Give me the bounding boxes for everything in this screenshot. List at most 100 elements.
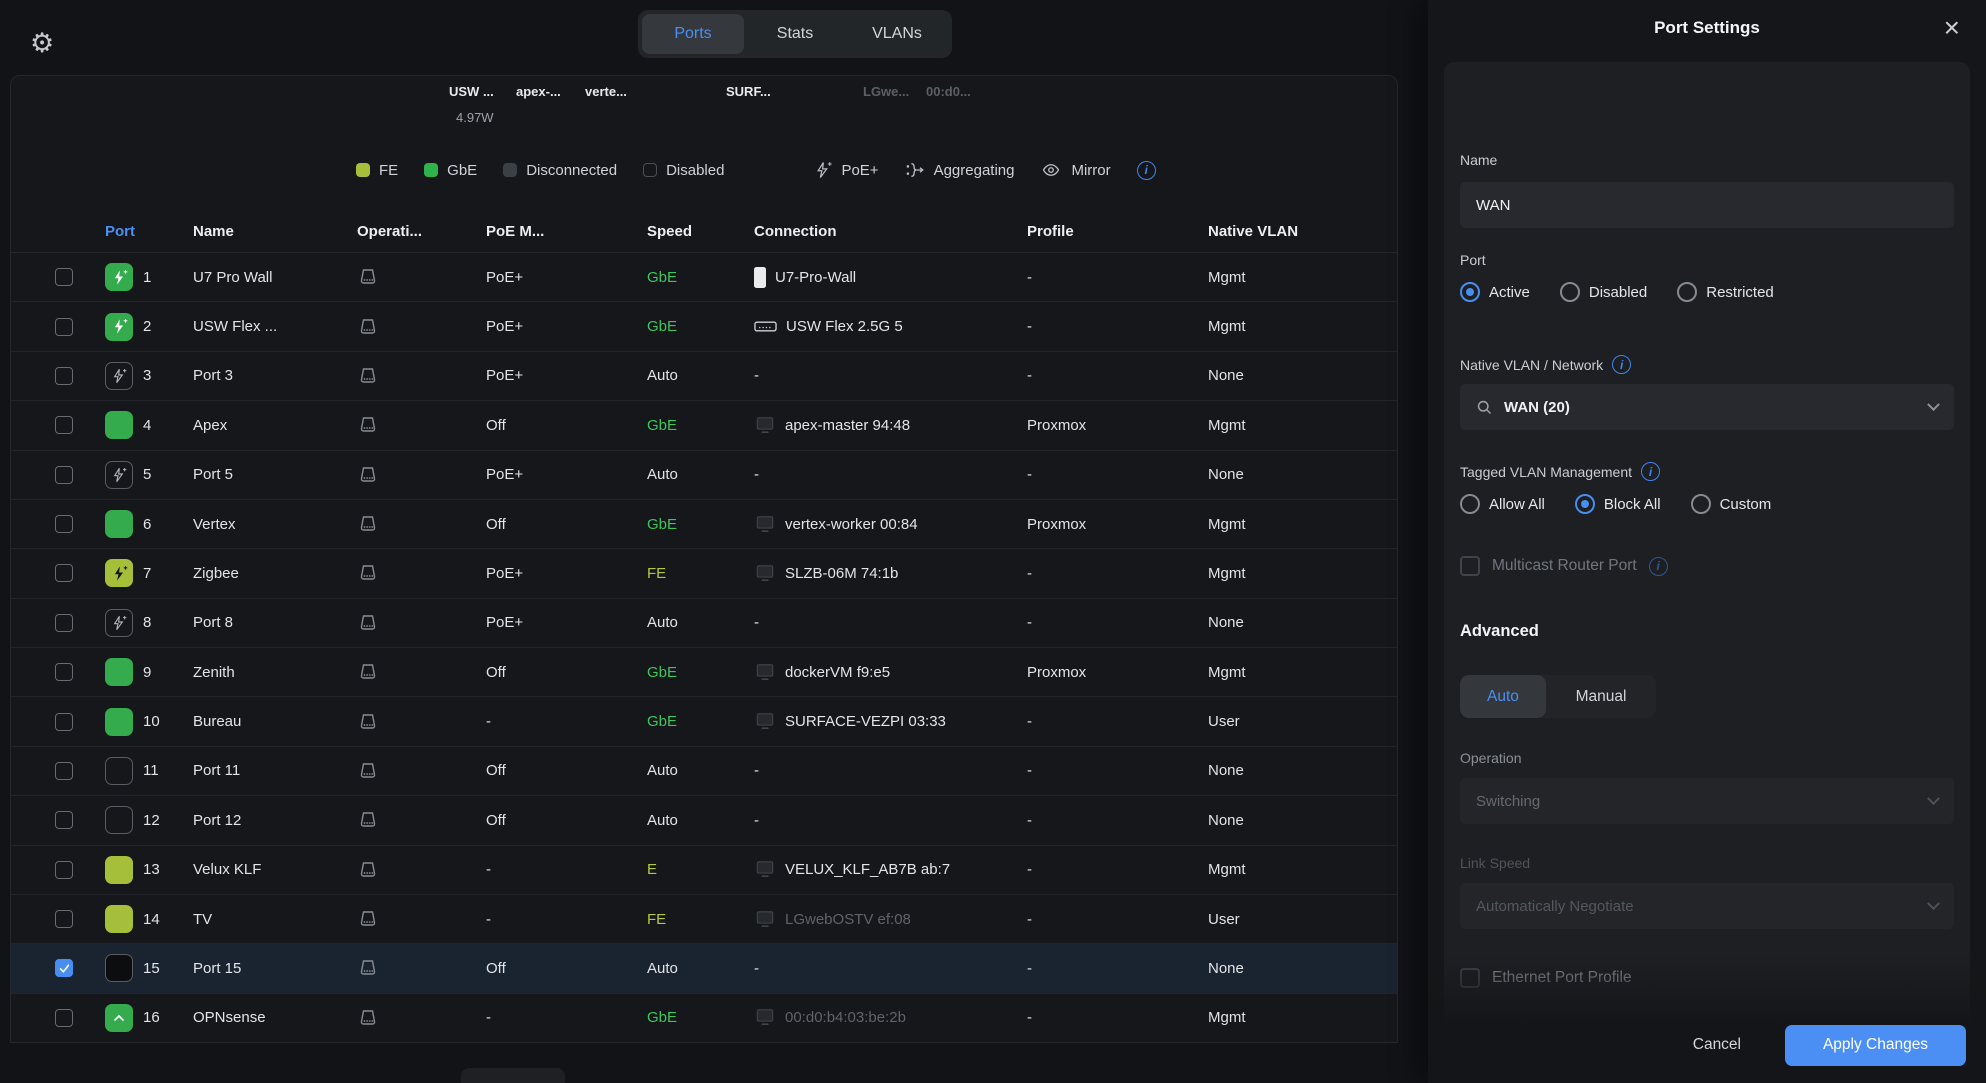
switch-icon xyxy=(357,466,379,484)
table-row-port-14[interactable]: 14TV-FELGwebOSTV ef:08-User xyxy=(11,895,1397,944)
aggregating-icon xyxy=(905,160,925,180)
column-header-port[interactable]: Port xyxy=(105,223,193,240)
port-speed: FE xyxy=(647,565,754,582)
port-profile: - xyxy=(1027,960,1208,977)
radio-allow-all[interactable]: Allow All xyxy=(1460,494,1545,514)
connection-name: - xyxy=(754,367,759,384)
row-checkbox[interactable] xyxy=(55,614,73,632)
table-row-port-5[interactable]: 5Port 5PoE+Auto--None xyxy=(11,451,1397,500)
row-checkbox[interactable] xyxy=(55,910,73,928)
native-vlan-select[interactable]: WAN (20) xyxy=(1460,384,1954,430)
tab-stats[interactable]: Stats xyxy=(744,14,846,54)
port-number: 14 xyxy=(143,911,193,928)
port-profile: - xyxy=(1027,1009,1208,1026)
row-checkbox[interactable] xyxy=(55,1009,73,1027)
client-device-icon xyxy=(754,515,776,534)
row-checkbox[interactable] xyxy=(55,959,73,977)
row-checkbox[interactable] xyxy=(55,762,73,780)
toggle-auto[interactable]: Auto xyxy=(1460,675,1546,718)
radio-block-all[interactable]: Block All xyxy=(1575,494,1661,514)
poe-mode: PoE+ xyxy=(486,614,647,631)
table-row-port-4[interactable]: 4ApexOffGbEapex-master 94:48ProxmoxMgmt xyxy=(11,401,1397,450)
row-checkbox[interactable] xyxy=(55,861,73,879)
radio-restricted[interactable]: Restricted xyxy=(1677,282,1774,302)
switch-icon xyxy=(357,762,379,780)
table-row-port-9[interactable]: 9ZenithOffGbEdockerVM f9:e5ProxmoxMgmt xyxy=(11,648,1397,697)
operation-select[interactable]: Switching xyxy=(1460,778,1954,824)
poe-mode: PoE+ xyxy=(486,565,647,582)
native-vlan: Mgmt xyxy=(1208,565,1397,582)
radio-custom[interactable]: Custom xyxy=(1691,494,1772,514)
column-header-profile[interactable]: Profile xyxy=(1027,223,1208,240)
table-row-port-8[interactable]: 8Port 8PoE+Auto--None xyxy=(11,599,1397,648)
table-row-port-10[interactable]: 10Bureau-GbESURFACE-VEZPI 03:33-User xyxy=(11,697,1397,746)
row-checkbox[interactable] xyxy=(55,663,73,681)
toggle-manual[interactable]: Manual xyxy=(1546,675,1656,718)
column-header-operati[interactable]: Operati... xyxy=(357,223,486,240)
tagged-vlan-info-icon[interactable]: i xyxy=(1641,462,1660,481)
table-row-port-2[interactable]: 2USW Flex ...PoE+GbEUSW Flex 2.5G 5-Mgmt xyxy=(11,302,1397,351)
native-vlan-info-icon[interactable]: i xyxy=(1612,355,1631,374)
ethernet-port-profile-checkbox[interactable]: Ethernet Port Profile xyxy=(1460,968,1632,988)
port-status-icon-outline xyxy=(105,806,133,834)
multicast-info-icon[interactable]: i xyxy=(1649,557,1668,576)
table-row-port-11[interactable]: 11Port 11OffAuto--None xyxy=(11,747,1397,796)
port-number: 13 xyxy=(143,861,193,878)
poe-mode: Off xyxy=(486,812,647,829)
table-row-port-1[interactable]: 1U7 Pro WallPoE+GbEU7-Pro-Wall-Mgmt xyxy=(11,253,1397,302)
tab-vlans[interactable]: VLANs xyxy=(846,14,948,54)
device-label: SURF... xyxy=(726,84,771,99)
port-status-icon-poe-outline xyxy=(105,362,133,390)
row-checkbox[interactable] xyxy=(55,466,73,484)
settings-gear-icon[interactable]: ⚙ xyxy=(30,28,54,59)
switch-icon xyxy=(357,268,379,286)
row-checkbox[interactable] xyxy=(55,564,73,582)
gbe-swatch xyxy=(424,163,438,177)
table-row-port-3[interactable]: 3Port 3PoE+Auto--None xyxy=(11,352,1397,401)
table-row-port-16[interactable]: 16OPNsense-GbE00:d0:b4:03:be:2b-Mgmt xyxy=(11,994,1397,1043)
link-speed-select[interactable]: Automatically Negotiate xyxy=(1460,883,1954,929)
column-header-speed[interactable]: Speed xyxy=(647,223,754,240)
switch-icon xyxy=(357,713,379,731)
cancel-button[interactable]: Cancel xyxy=(1693,1036,1741,1054)
row-checkbox[interactable] xyxy=(55,811,73,829)
legend-info-icon[interactable]: i xyxy=(1137,161,1156,180)
row-checkbox[interactable] xyxy=(55,268,73,286)
name-input[interactable]: WAN xyxy=(1460,182,1954,228)
poe-mode: PoE+ xyxy=(486,367,647,384)
table-row-port-7[interactable]: 7ZigbeePoE+FESLZB-06M 74:1b-Mgmt xyxy=(11,549,1397,598)
native-vlan: None xyxy=(1208,960,1397,977)
tab-ports[interactable]: Ports xyxy=(642,14,744,54)
row-checkbox[interactable] xyxy=(55,367,73,385)
poe-mode: PoE+ xyxy=(486,318,647,335)
table-row-port-6[interactable]: 6VertexOffGbEvertex-worker 00:84ProxmoxM… xyxy=(11,500,1397,549)
multicast-router-port-checkbox[interactable]: Multicast Router Port i xyxy=(1460,556,1668,576)
table-row-port-13[interactable]: 13Velux KLF-EVELUX_KLF_AB7B ab:7-Mgmt xyxy=(11,846,1397,895)
column-header-poem[interactable]: PoE M... xyxy=(486,223,647,240)
client-device-icon xyxy=(754,564,776,583)
table-row-port-15[interactable]: 15Port 15OffAuto--None xyxy=(11,944,1397,993)
collapsed-button[interactable] xyxy=(461,1068,565,1083)
row-checkbox[interactable] xyxy=(55,318,73,336)
radio-disabled[interactable]: Disabled xyxy=(1560,282,1647,302)
port-status-icon-poe-fe xyxy=(105,559,133,587)
column-header-name[interactable]: Name xyxy=(193,223,357,240)
column-header-nativevlan[interactable]: Native VLAN xyxy=(1208,223,1397,240)
row-checkbox[interactable] xyxy=(55,713,73,731)
radio-active[interactable]: Active xyxy=(1460,282,1530,302)
apply-changes-button[interactable]: Apply Changes xyxy=(1785,1025,1966,1066)
close-icon[interactable]: × xyxy=(1944,12,1960,44)
port-profile: - xyxy=(1027,466,1208,483)
row-checkbox[interactable] xyxy=(55,416,73,434)
port-name: Bureau xyxy=(193,713,357,730)
table-row-port-12[interactable]: 12Port 12OffAuto--None xyxy=(11,796,1397,845)
poe-mode: Off xyxy=(486,516,647,533)
device-label: 00:d0... xyxy=(926,84,971,99)
connection-name: USW Flex 2.5G 5 xyxy=(786,318,903,335)
port-name: Port 11 xyxy=(193,762,357,779)
column-header-connection[interactable]: Connection xyxy=(754,223,1027,240)
port-number: 15 xyxy=(143,960,193,977)
native-vlan: User xyxy=(1208,911,1397,928)
row-checkbox[interactable] xyxy=(55,515,73,533)
port-status-icon-green xyxy=(105,658,133,686)
